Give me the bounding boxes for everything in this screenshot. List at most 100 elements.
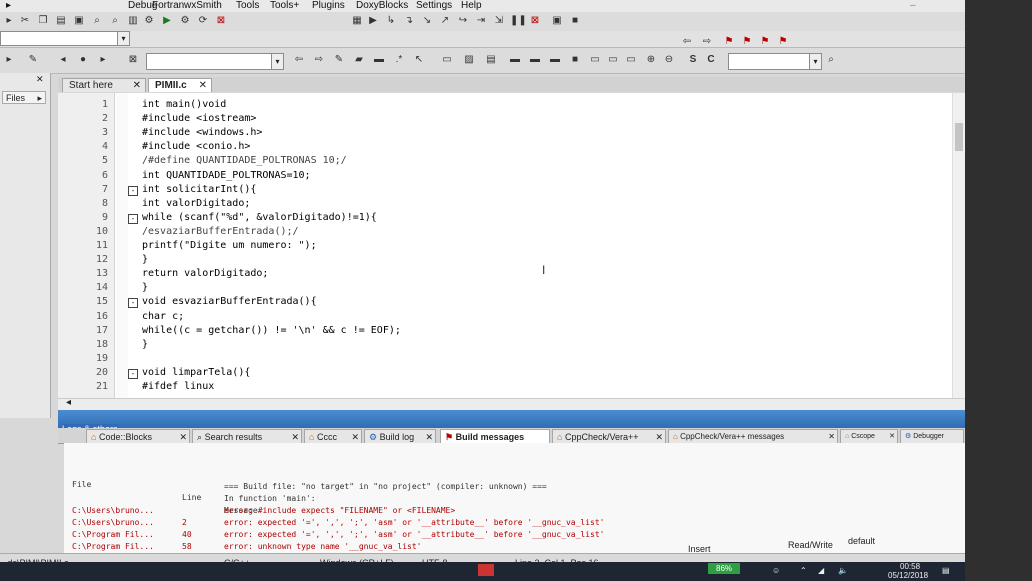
code-line[interactable]: 7 - int solicitarInt(){: [58, 183, 965, 197]
box-1-icon[interactable]: ▭: [588, 53, 602, 67]
rebuild-icon[interactable]: ⟳: [196, 14, 210, 28]
code-editor[interactable]: 1 int main()void 2 #include <iostream> 3 #inc…: [58, 93, 965, 398]
menu-fortran[interactable]: Fortran: [152, 0, 184, 11]
close-icon[interactable]: ✕: [425, 430, 433, 444]
code-line[interactable]: 12}: [58, 253, 965, 267]
code-line[interactable]: 11 printf("Digite um numero: ");: [58, 239, 965, 253]
menu-tools-plus[interactable]: Tools+: [270, 0, 299, 11]
code-line[interactable]: 1 int main()void: [58, 98, 965, 112]
minimize-icon[interactable]: –: [910, 0, 916, 11]
debug-window-icon[interactable]: ▦: [350, 14, 364, 28]
zoom-in-icon[interactable]: ⊕: [644, 53, 658, 67]
frame-icon[interactable]: ▭: [440, 53, 454, 67]
layout-2-icon[interactable]: ▬: [528, 53, 542, 67]
close-icon[interactable]: ✕: [179, 430, 187, 444]
scrollbar-thumb[interactable]: [955, 123, 963, 151]
chevron-left-icon[interactable]: ◂: [66, 397, 71, 408]
tab-codeblocks[interactable]: ⌂ Code::Blocks ✕: [86, 429, 190, 443]
s-icon[interactable]: S: [686, 53, 700, 67]
bookmark-icon[interactable]: ✎: [26, 53, 40, 67]
bookmark-next-icon[interactable]: ⚑: [740, 35, 754, 49]
code-line[interactable]: 5 /#define QUANTIDADE_POLTRONAS 10;/: [58, 154, 965, 168]
notifications-icon[interactable]: ▤: [942, 566, 950, 575]
various-info-icon[interactable]: ■: [568, 14, 582, 28]
pause-icon[interactable]: ❚❚: [510, 14, 527, 28]
tab-cscope[interactable]: ⌂ Cscope ✕: [840, 429, 898, 443]
layout-3-icon[interactable]: ▬: [548, 53, 562, 67]
match-icon[interactable]: ▰: [352, 53, 366, 67]
tab-build-messages[interactable]: ⚑ Build messages: [440, 429, 550, 443]
bookmark-clear-icon[interactable]: ⚑: [776, 35, 790, 49]
close-icon[interactable]: ✕: [199, 79, 207, 93]
box-3-icon[interactable]: ▭: [624, 53, 638, 67]
brace-icon[interactable]: ▬: [372, 53, 386, 67]
build-icon[interactable]: ⚙: [142, 14, 156, 28]
vertical-scrollbar[interactable]: [952, 93, 965, 398]
code-line[interactable]: 6 int QUANTIDADE_POLTRONAS=10;: [58, 169, 965, 183]
menu-help[interactable]: Help: [461, 0, 482, 11]
close-icon[interactable]: ✕: [133, 79, 141, 93]
debugging-windows-icon[interactable]: ▣: [550, 14, 564, 28]
close-icon[interactable]: ✕: [889, 430, 895, 444]
nav-back-icon[interactable]: ⇦: [680, 35, 694, 49]
volume-icon[interactable]: 🔈: [838, 566, 848, 575]
menu-tools[interactable]: Tools: [236, 0, 259, 11]
step-out-icon[interactable]: ↗: [438, 14, 452, 28]
tab-cppcheck[interactable]: ⌂ CppCheck/Vera++ ✕: [552, 429, 666, 443]
tab-pimii-c[interactable]: PIMII.c ✕: [148, 78, 212, 92]
nav-forward-icon[interactable]: ⇨: [700, 35, 714, 49]
code-completion-icon[interactable]: ⊠: [126, 53, 140, 67]
close-icon[interactable]: ✕: [36, 74, 44, 85]
jump-back-icon[interactable]: ◂: [56, 53, 70, 67]
code-line[interactable]: 14}: [58, 281, 965, 295]
run-to-cursor-icon[interactable]: ↳: [384, 14, 398, 28]
select-icon[interactable]: ↖: [412, 53, 426, 67]
code-line[interactable]: 2 #include <iostream>: [58, 112, 965, 126]
toggle-bookmark-icon[interactable]: ●: [76, 53, 90, 67]
tab-cccc[interactable]: ⌂ Cccc ✕: [304, 429, 362, 443]
code-line[interactable]: 8 int valorDigitado;: [58, 197, 965, 211]
bookmark-prev-icon[interactable]: ⚑: [722, 35, 736, 49]
build-and-run-icon[interactable]: ⚙: [178, 14, 192, 28]
tab-search-results[interactable]: ⌕ Search results ✕: [192, 429, 302, 443]
app-icon[interactable]: [478, 564, 494, 576]
code-line[interactable]: 3 #include <windows.h>: [58, 126, 965, 140]
step-into-icon[interactable]: ↘: [420, 14, 434, 28]
layout-1-icon[interactable]: ▬: [508, 53, 522, 67]
tab-debugger[interactable]: ⚙ Debugger: [900, 429, 964, 443]
abort-icon[interactable]: ⊠: [214, 14, 228, 28]
network-icon[interactable]: ◢: [818, 566, 824, 575]
code-line[interactable]: 15 - void esvaziarBufferEntrada(){: [58, 295, 965, 309]
tab-start-here[interactable]: Start here ✕: [62, 78, 146, 92]
battery-indicator[interactable]: 86%: [708, 563, 741, 574]
clock-date[interactable]: 05/12/2018: [888, 571, 928, 580]
build-messages-list[interactable]: File Line Message === Build file: "no ta…: [64, 443, 965, 553]
search-combo[interactable]: ▾: [728, 53, 822, 70]
menu-plugins[interactable]: Plugins: [312, 0, 345, 11]
find-icon[interactable]: ⌕: [90, 14, 104, 28]
text-icon[interactable]: ▤: [484, 53, 498, 67]
menu-doxyblocks[interactable]: DoxyBlocks: [356, 0, 408, 11]
jump-forward-icon[interactable]: ▸: [96, 53, 110, 67]
fold-toggle-icon[interactable]: -: [128, 368, 138, 379]
bookmark-toggle-icon[interactable]: ⚑: [758, 35, 772, 49]
clock-time[interactable]: 00:58: [900, 562, 920, 571]
code-line[interactable]: 19: [58, 352, 965, 366]
code-line[interactable]: 13 return valorDigitado;: [58, 267, 965, 281]
code-line[interactable]: 18}: [58, 338, 965, 352]
highlight-icon[interactable]: ✎: [332, 53, 346, 67]
tab-cppcheck-messages[interactable]: ⌂ CppCheck/Vera++ messages ✕: [668, 429, 838, 443]
code-line[interactable]: 21 #ifdef linux: [58, 380, 965, 394]
debug-run-icon[interactable]: ▶: [366, 14, 380, 28]
code-line[interactable]: 10/esvaziarBufferEntrada();/: [58, 225, 965, 239]
replace-icon[interactable]: ⌕: [108, 14, 122, 28]
people-icon[interactable]: ☺: [772, 566, 780, 575]
regex-icon[interactable]: .*: [392, 53, 406, 67]
c-icon[interactable]: C: [704, 53, 718, 67]
paste-icon[interactable]: ▤: [54, 14, 68, 28]
code-line[interactable]: 4 #include <conio.h>: [58, 140, 965, 154]
next-line-icon[interactable]: ↴: [402, 14, 416, 28]
close-icon[interactable]: ✕: [828, 430, 835, 444]
close-icon[interactable]: ✕: [291, 430, 299, 444]
target-combo[interactable]: ▾: [0, 31, 130, 46]
